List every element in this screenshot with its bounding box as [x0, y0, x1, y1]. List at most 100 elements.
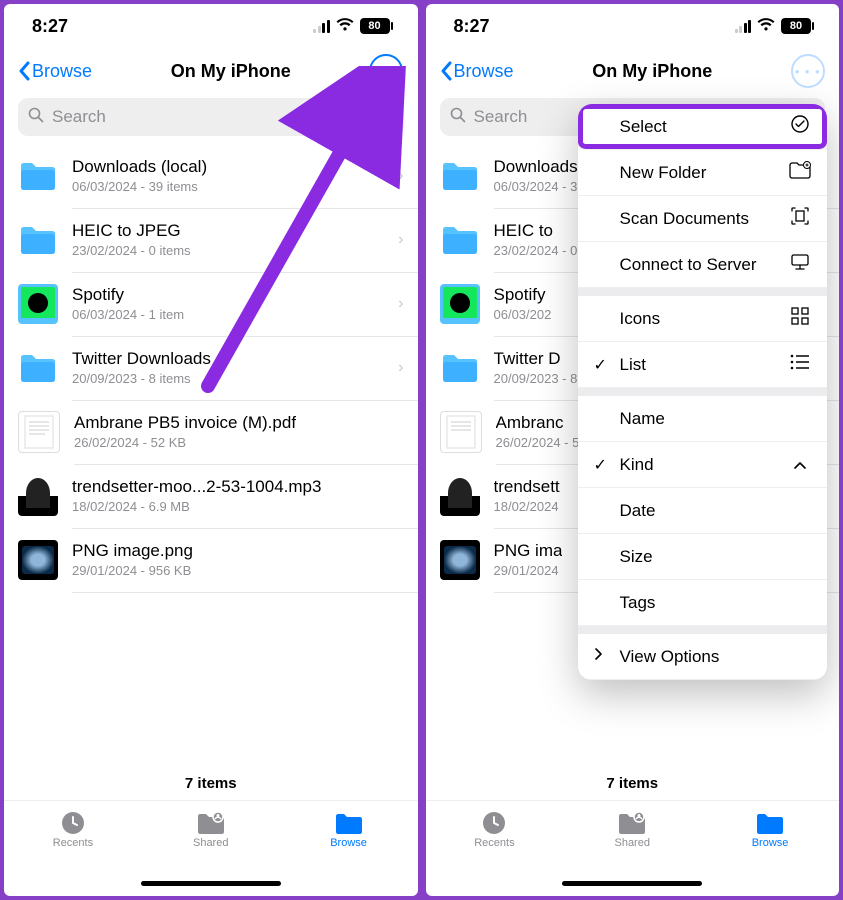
menu-label: Select [620, 117, 667, 137]
tab-shared[interactable]: Shared [592, 809, 672, 879]
list-item[interactable]: Downloads (local) 06/03/2024 - 39 items … [4, 144, 418, 208]
menu-sort-name[interactable]: Name [578, 396, 828, 442]
file-list: Downloads (local) 06/03/2024 - 39 items … [4, 144, 418, 761]
tab-bar: Recents Shared Browse [4, 800, 418, 879]
document-icon [440, 411, 482, 453]
status-time: 8:27 [454, 16, 490, 37]
select-icon [789, 114, 811, 139]
menu-label: View Options [620, 647, 720, 667]
scan-icon [789, 206, 811, 231]
list-item[interactable]: PNG image.png 29/01/2024 - 956 KB [4, 528, 418, 592]
search-bar[interactable] [18, 98, 404, 136]
status-bar: 8:27 80 [426, 4, 840, 48]
search-icon [28, 107, 44, 128]
menu-view-list[interactable]: ✓List [578, 342, 828, 388]
folder-icon [440, 156, 480, 196]
folder-icon [334, 809, 364, 837]
tab-label: Shared [193, 837, 228, 849]
right-screenshot: 8:27 80 Browse On My iPhone ● ● ● [426, 4, 840, 896]
page-title: On My iPhone [592, 61, 712, 82]
left-screenshot: 8:27 80 Browse On My iPhone ● ● ● [4, 4, 418, 896]
microphone-icon[interactable] [380, 105, 394, 130]
back-button[interactable]: Browse [440, 61, 514, 82]
list-item[interactable]: Ambrane PB5 invoice (M).pdf 26/02/2024 -… [4, 400, 418, 464]
file-meta: 20/09/2023 - 8 items [72, 371, 211, 386]
list-item[interactable]: Twitter Downloads 20/09/2023 - 8 items › [4, 336, 418, 400]
file-meta: 26/02/2024 - 52 KB [74, 435, 296, 450]
file-name: Ambrane PB5 invoice (M).pdf [74, 413, 296, 433]
spotify-folder-icon [18, 284, 58, 324]
menu-sort-date[interactable]: Date [578, 488, 828, 534]
status-time: 8:27 [32, 16, 68, 37]
battery-icon: 80 [360, 18, 390, 34]
back-label: Browse [454, 61, 514, 82]
tab-recents[interactable]: Recents [33, 809, 113, 879]
cellular-signal-icon [313, 19, 330, 33]
page-title: On My iPhone [171, 61, 291, 82]
menu-sort-tags[interactable]: Tags [578, 580, 828, 626]
more-menu-button[interactable]: ● ● ● [791, 54, 825, 88]
file-name: HEIC to JPEG [72, 221, 191, 241]
file-meta: 29/01/2024 - 956 KB [72, 563, 193, 578]
navbar: Browse On My iPhone ● ● ● [426, 48, 840, 94]
back-label: Browse [32, 61, 92, 82]
tab-label: Browse [330, 837, 367, 849]
menu-view-options[interactable]: View Options [578, 634, 828, 680]
menu-connect-server[interactable]: Connect to Server [578, 242, 828, 288]
more-menu-button[interactable]: ● ● ● [369, 54, 403, 88]
back-button[interactable]: Browse [18, 61, 92, 82]
image-thumbnail [18, 540, 58, 580]
list-icon [789, 354, 811, 375]
file-meta: 18/02/2024 [494, 499, 560, 514]
chevron-right-icon [594, 647, 610, 666]
tab-label: Shared [614, 837, 649, 849]
context-menu: Select New Folder Scan Documents Connect… [578, 104, 828, 680]
menu-label: Icons [620, 309, 661, 329]
item-count: 7 items [4, 761, 418, 800]
menu-new-folder[interactable]: New Folder [578, 150, 828, 196]
file-meta: 23/02/2024 - 0 items [72, 243, 191, 258]
file-name: Spotify [494, 285, 552, 305]
folder-icon [755, 809, 785, 837]
cellular-signal-icon [735, 19, 752, 33]
battery-icon: 80 [781, 18, 811, 34]
search-icon [450, 107, 466, 128]
file-meta: 29/01/2024 [494, 563, 563, 578]
search-input[interactable] [50, 106, 380, 128]
file-meta: 06/03/2024 - 39 items [72, 179, 207, 194]
menu-sort-size[interactable]: Size [578, 534, 828, 580]
folder-icon [440, 220, 480, 260]
menu-label: List [620, 355, 646, 375]
tab-browse[interactable]: Browse [730, 809, 810, 879]
chevron-right-icon: › [398, 359, 403, 377]
chevron-left-icon [440, 61, 452, 81]
list-item[interactable]: trendsetter-moo...2-53-1004.mp3 18/02/20… [4, 464, 418, 528]
menu-label: Name [620, 409, 665, 429]
home-indicator [141, 881, 281, 886]
menu-label: Size [620, 547, 653, 567]
wifi-icon [336, 16, 354, 37]
menu-label: Scan Documents [620, 209, 749, 229]
tab-recents[interactable]: Recents [454, 809, 534, 879]
tab-browse[interactable]: Browse [309, 809, 389, 879]
item-count: 7 items [426, 761, 840, 800]
audio-thumbnail [440, 476, 480, 516]
file-meta: 18/02/2024 - 6.9 MB [72, 499, 321, 514]
folder-icon [440, 348, 480, 388]
menu-label: New Folder [620, 163, 707, 183]
list-item[interactable]: HEIC to JPEG 23/02/2024 - 0 items › [4, 208, 418, 272]
menu-select[interactable]: Select [578, 104, 828, 150]
list-item[interactable]: Spotify 06/03/2024 - 1 item › [4, 272, 418, 336]
file-name: Twitter Downloads [72, 349, 211, 369]
folder-icon [18, 348, 58, 388]
clock-icon [480, 809, 508, 837]
tab-bar: Recents Shared Browse [426, 800, 840, 879]
menu-sort-kind[interactable]: ✓Kind [578, 442, 828, 488]
menu-view-icons[interactable]: Icons [578, 296, 828, 342]
menu-scan-documents[interactable]: Scan Documents [578, 196, 828, 242]
image-thumbnail [440, 540, 480, 580]
chevron-up-icon [789, 454, 811, 475]
tab-shared[interactable]: Shared [171, 809, 251, 879]
navbar: Browse On My iPhone ● ● ● [4, 48, 418, 94]
document-icon [18, 411, 60, 453]
